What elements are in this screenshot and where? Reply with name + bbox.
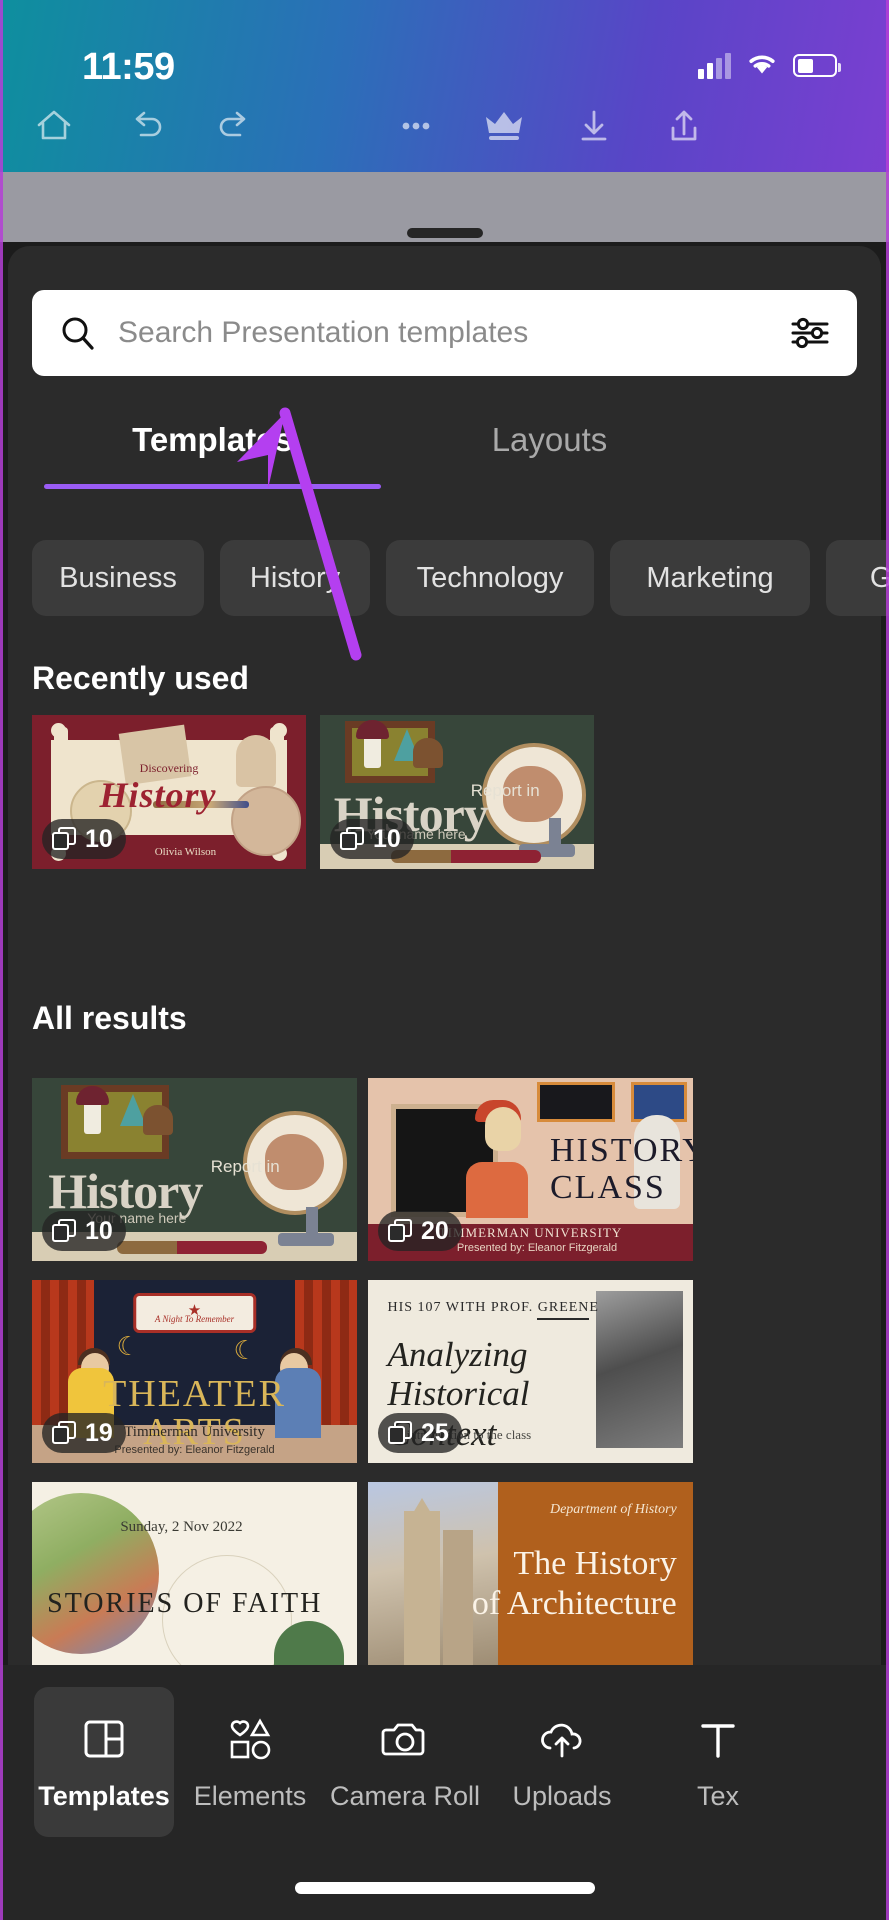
pages-stack-icon (52, 827, 76, 851)
redo-icon[interactable] (200, 92, 268, 160)
home-indicator (295, 1882, 595, 1894)
thumb-eyebrow: Report in (471, 781, 540, 801)
share-icon[interactable] (650, 92, 718, 160)
template-card-history-class[interactable]: HISTORYCLASS TIMMERMAN UNIVERSITY Presen… (368, 1078, 693, 1261)
filter-sliders-icon[interactable] (789, 313, 831, 353)
template-card-theater-arts[interactable]: ☾ ☾ ☾ ★A Night To Remember THEATERARTS T… (32, 1280, 357, 1463)
template-thumbnail: Department of History The Historyof Arch… (368, 1482, 693, 1665)
thumb-eyebrow: Report in (211, 1157, 280, 1177)
section-title-recently-used: Recently used (32, 660, 249, 697)
search-bar[interactable] (32, 290, 857, 376)
battery-icon (793, 54, 837, 77)
pages-stack-icon (388, 1421, 412, 1445)
nav-item-templates[interactable]: Templates (34, 1687, 174, 1837)
status-bar-icons (698, 50, 837, 81)
templates-layout-icon (78, 1713, 130, 1765)
page-count-value: 10 (85, 825, 113, 854)
search-icon (58, 313, 98, 353)
thumb-date: Sunday, 2 Nov 2022 (120, 1519, 242, 1536)
page-count-value: 10 (373, 825, 401, 854)
pages-stack-icon (52, 1219, 76, 1243)
chip-business[interactable]: Business (32, 540, 204, 616)
section-title-all-results: All results (32, 1000, 187, 1037)
nav-item-label: Tex (697, 1781, 739, 1812)
pages-stack-icon (52, 1421, 76, 1445)
home-icon[interactable] (20, 92, 88, 160)
thumb-presenter: Presented by: Eleanor Fitzgerald (114, 1444, 274, 1456)
sheet-drag-handle[interactable] (407, 228, 483, 238)
nav-item-text[interactable]: Tex (648, 1687, 788, 1837)
page-count-badge: 25 (378, 1413, 462, 1453)
tab-templates[interactable]: Templates (44, 410, 381, 470)
template-card-stories-of-faith[interactable]: Sunday, 2 Nov 2022 STORIES OF FAITH (32, 1482, 357, 1665)
pages-stack-icon (340, 827, 364, 851)
thumb-university: TIMMERMAN UNIVERSITY (439, 1225, 623, 1241)
page-count-badge: 10 (330, 819, 414, 859)
bottom-navigation-bar: Templates Elements Camera Roll (0, 1665, 889, 1920)
page-count-badge: 10 (42, 819, 126, 859)
nav-item-elements[interactable]: Elements (180, 1687, 320, 1837)
more-options-icon[interactable] (382, 92, 450, 160)
template-card-report-in-history[interactable]: History Report in Your name here 10 (32, 1078, 357, 1261)
status-bar-clock: 11:59 (82, 46, 175, 89)
crown-icon[interactable] (470, 92, 538, 160)
page-count-value: 20 (421, 1217, 449, 1246)
panel-tabs: Templates Layouts (8, 410, 881, 494)
screenshot-edge-highlight-left (0, 0, 3, 1920)
chip-graduation[interactable]: Gr (826, 540, 889, 616)
template-card-analyzing-historical-context[interactable]: HIS 107 WITH PROF. GREENE AnalyzingHisto… (368, 1280, 693, 1463)
camera-icon (379, 1713, 431, 1765)
nav-item-uploads[interactable]: Uploads (492, 1687, 632, 1837)
page-count-value: 19 (85, 1419, 113, 1448)
tab-layouts[interactable]: Layouts (381, 410, 718, 470)
pages-stack-icon (388, 1219, 412, 1243)
undo-icon[interactable] (113, 92, 181, 160)
template-card-report-in-history-recent[interactable]: History Report in Your name here 10 (320, 715, 594, 869)
thumb-title: History (48, 1166, 202, 1216)
wifi-icon (745, 50, 779, 81)
template-thumbnail: Sunday, 2 Nov 2022 STORIES OF FAITH (32, 1482, 357, 1665)
page-count-value: 10 (85, 1217, 113, 1246)
thumb-presenter: Presented by: Eleanor Fitzgerald (457, 1242, 617, 1254)
thumb-title: STORIES OF FAITH (47, 1588, 322, 1620)
thumb-title: The Historyof Architecture (472, 1544, 677, 1624)
thumb-title: HISTORYCLASS (550, 1133, 693, 1206)
page-count-badge: 19 (42, 1413, 126, 1453)
upload-cloud-icon (536, 1713, 588, 1765)
nav-item-camera-roll[interactable]: Camera Roll (335, 1687, 475, 1837)
download-icon[interactable] (560, 92, 628, 160)
nav-item-label: Camera Roll (330, 1781, 480, 1812)
chip-marketing[interactable]: Marketing (610, 540, 810, 616)
search-input[interactable] (118, 316, 789, 350)
editor-toolbar (0, 92, 889, 172)
text-icon (692, 1713, 744, 1765)
category-chip-row[interactable]: Business History Technology Marketing Gr (0, 540, 889, 624)
thumb-university: Timmerman University (124, 1424, 265, 1441)
template-card-history-of-architecture[interactable]: Department of History The Historyof Arch… (368, 1482, 693, 1665)
nav-item-label: Elements (194, 1781, 307, 1812)
thumb-title: History (100, 774, 217, 816)
canva-template-picker-screen: 11:59 (0, 0, 889, 1920)
page-count-badge: 20 (378, 1211, 462, 1251)
template-card-discovering-history[interactable]: Discovering History Olivia Wilson 10 (32, 715, 306, 869)
page-count-badge: 10 (42, 1211, 126, 1251)
elements-shapes-icon (224, 1713, 276, 1765)
thumb-course: HIS 107 WITH PROF. GREENE (388, 1300, 599, 1316)
cellular-signal-icon (698, 53, 731, 79)
thumb-department: Department of History (550, 1502, 677, 1518)
thumb-author: Olivia Wilson (155, 846, 216, 858)
status-bar: 11:59 (0, 20, 889, 80)
tab-active-underline (44, 484, 381, 489)
page-count-value: 25 (421, 1419, 449, 1448)
nav-item-label: Templates (38, 1781, 170, 1812)
nav-item-label: Uploads (512, 1781, 611, 1812)
chip-history[interactable]: History (220, 540, 370, 616)
chip-technology[interactable]: Technology (386, 540, 594, 616)
thumb-marquee: A Night To Remember (155, 1314, 234, 1324)
